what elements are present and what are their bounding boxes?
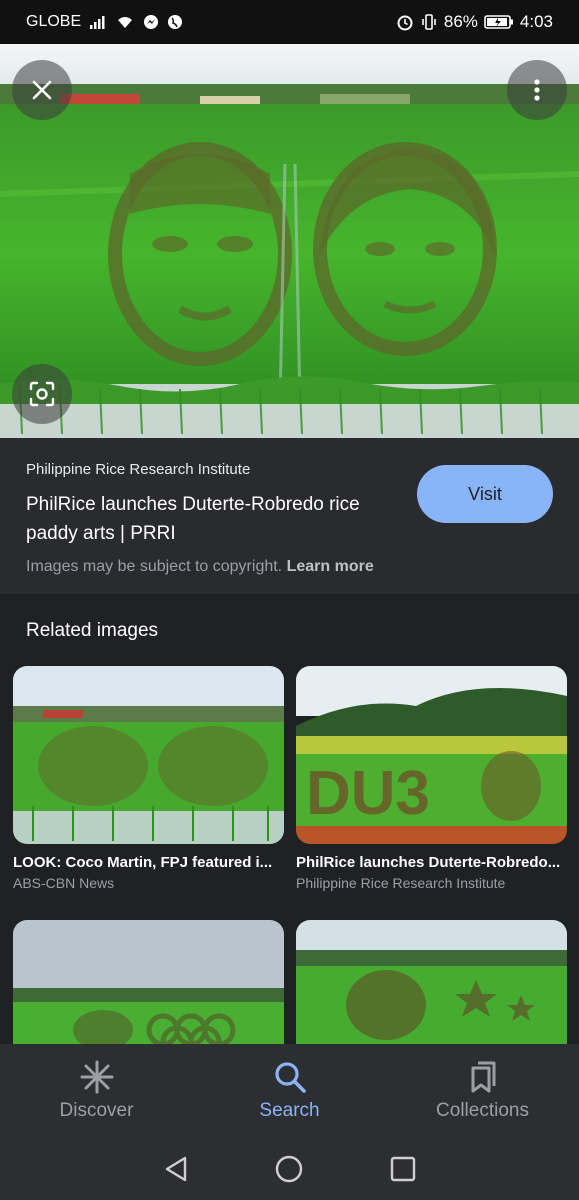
bookmarks-icon — [471, 1061, 495, 1093]
svg-text:DU3: DU3 — [306, 759, 430, 828]
bottom-navigation: Discover Search Collections — [0, 1044, 579, 1138]
related-thumbnail[interactable] — [13, 666, 284, 844]
related-source: Philippine Rice Research Institute — [296, 875, 506, 891]
globe-icon — [167, 14, 183, 30]
related-images-heading: Related images — [26, 620, 159, 641]
asterisk-icon — [80, 1060, 113, 1094]
nav-collections[interactable]: Collections — [386, 1044, 579, 1138]
related-thumbnail[interactable]: DU3 — [296, 666, 567, 844]
learn-more-link[interactable]: Learn more — [287, 558, 374, 575]
recents-icon[interactable] — [390, 1156, 416, 1182]
signal-icon — [89, 14, 107, 30]
more-options-button[interactable] — [507, 60, 567, 120]
source-name[interactable]: Philippine Rice Research Institute — [26, 461, 250, 478]
related-image-card[interactable]: LOOK: Coco Martin, FPJ featured i... ABS… — [13, 666, 284, 891]
close-button[interactable] — [12, 60, 72, 120]
copyright-text: Images may be subject to copyright. — [26, 558, 283, 575]
vibrate-icon — [420, 13, 438, 31]
rice-paddy-art-image — [0, 44, 579, 438]
status-bar: GLOBE 86% 4:03 — [0, 0, 579, 44]
copyright-notice: Images may be subject to copyright. Lear… — [26, 558, 374, 576]
battery-icon — [484, 14, 514, 30]
related-title[interactable]: LOOK: Coco Martin, FPJ featured i... — [13, 854, 284, 871]
lens-search-button[interactable] — [12, 364, 72, 424]
related-image-card[interactable]: DU3 PhilRice launches Duterte-Robredo...… — [296, 666, 567, 891]
search-icon — [274, 1062, 306, 1093]
clock-time: 4:03 — [519, 12, 553, 31]
image-title[interactable]: PhilRice launches Duterte-Robredo rice p… — [26, 490, 406, 548]
lens-icon — [29, 381, 55, 407]
nav-label: Collections — [436, 1100, 529, 1121]
related-source: ABS-CBN News — [13, 875, 115, 891]
image-info-panel: Philippine Rice Research Institute PhilR… — [0, 438, 579, 594]
nav-discover[interactable]: Discover — [0, 1044, 193, 1138]
more-vert-icon — [534, 79, 540, 101]
image-viewer-page: GLOBE 86% 4:03 Philippine Rice Research … — [0, 0, 579, 1200]
carrier-label: GLOBE — [26, 13, 82, 30]
main-image[interactable] — [0, 44, 579, 438]
messenger-icon — [143, 14, 159, 30]
nav-label: Discover — [59, 1100, 134, 1121]
nav-search[interactable]: Search — [193, 1044, 386, 1138]
home-icon[interactable] — [275, 1155, 303, 1183]
nav-label: Search — [259, 1100, 320, 1121]
alarm-icon — [396, 13, 414, 31]
visit-button[interactable]: Visit — [417, 465, 553, 523]
battery-percent: 86% — [443, 12, 478, 31]
system-navigation-bar — [0, 1138, 579, 1200]
close-icon — [32, 80, 52, 100]
wifi-icon — [115, 14, 135, 30]
back-icon[interactable] — [163, 1155, 189, 1183]
related-title[interactable]: PhilRice launches Duterte-Robredo... — [296, 854, 567, 871]
